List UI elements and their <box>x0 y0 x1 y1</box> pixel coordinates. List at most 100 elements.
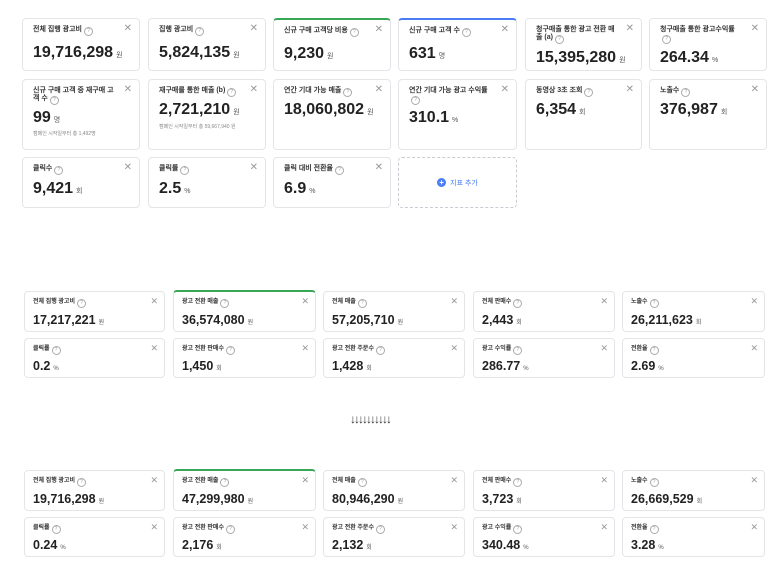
help-icon[interactable]: ? <box>49 96 59 105</box>
help-icon[interactable]: ? <box>76 478 86 487</box>
metric-card[interactable]: 광고 전환 주문수? ✕ 1,428 회 <box>323 338 465 378</box>
metric-card[interactable]: 전환율? ✕ 2.69% <box>622 338 765 378</box>
help-icon[interactable]: ? <box>513 346 523 355</box>
metric-card[interactable]: 전환율? ✕ 3.28% <box>622 517 765 557</box>
close-icon[interactable]: ✕ <box>450 343 458 353</box>
help-icon[interactable]: ? <box>334 166 344 175</box>
help-icon[interactable]: ? <box>51 346 61 355</box>
metric-card[interactable]: 전체 판매수? ✕ 2,443 회 <box>473 291 615 332</box>
metric-card[interactable]: 전체 집행 광고비? ✕ 19,716,298 원 <box>22 18 140 71</box>
close-icon[interactable]: ✕ <box>600 296 608 306</box>
metric-card[interactable]: 광고 전환 판매수? ✕ 1,450 회 <box>173 338 316 378</box>
help-icon[interactable]: ? <box>461 28 471 37</box>
close-icon[interactable]: ✕ <box>250 163 258 173</box>
metric-card[interactable]: 청구매출 통한 광고수익률? ✕ 264.34% <box>649 18 767 71</box>
close-icon[interactable]: ✕ <box>750 475 758 485</box>
help-icon[interactable]: ? <box>513 299 523 308</box>
help-icon[interactable]: ? <box>584 88 594 97</box>
metric-card[interactable]: 광고 수익률? ✕ 340.48% <box>473 517 615 557</box>
close-icon[interactable]: ✕ <box>626 85 634 95</box>
metric-card[interactable]: 동영상 3초 조회? ✕ 6,354 회 <box>525 79 642 150</box>
help-icon[interactable]: ? <box>649 478 659 487</box>
close-icon[interactable]: ✕ <box>375 25 383 35</box>
help-icon[interactable]: ? <box>662 35 671 44</box>
close-icon[interactable]: ✕ <box>375 163 383 173</box>
close-icon[interactable]: ✕ <box>124 24 132 34</box>
metric-card[interactable]: 광고 전환 판매수? ✕ 2,176 회 <box>173 517 316 557</box>
help-icon[interactable]: ? <box>513 478 523 487</box>
metric-card[interactable]: 신규 구매 고객 중 재구매 고객 수? ✕ 99 명 캠페인 시작일부터 총 1… <box>22 79 140 150</box>
close-icon[interactable]: ✕ <box>450 475 458 485</box>
help-icon[interactable]: ? <box>681 88 691 97</box>
help-icon[interactable]: ? <box>357 299 367 308</box>
metric-card[interactable]: 전체 매출? ✕ 57,205,710 원 <box>323 291 465 332</box>
metric-card[interactable]: 클릭 대비 전환율? ✕ 6.9% <box>273 157 391 208</box>
help-icon[interactable]: ? <box>220 299 230 308</box>
close-icon[interactable]: ✕ <box>150 343 158 353</box>
metric-card[interactable]: 청구매출 통한 광고 전환 매출 (a)? ✕ 15,395,280 원 <box>525 18 642 71</box>
close-icon[interactable]: ✕ <box>375 85 383 95</box>
help-icon[interactable]: ? <box>225 346 235 355</box>
metric-card[interactable]: 광고 전환 주문수? ✕ 2,132 회 <box>323 517 465 557</box>
metric-card[interactable]: 노출수? ✕ 26,669,529 회 <box>622 470 765 511</box>
close-icon[interactable]: ✕ <box>750 343 758 353</box>
close-icon[interactable]: ✕ <box>750 296 758 306</box>
help-icon[interactable]: ? <box>51 525 61 534</box>
close-icon[interactable]: ✕ <box>150 296 158 306</box>
close-icon[interactable]: ✕ <box>501 85 509 95</box>
metric-card[interactable]: 전체 집행 광고비? ✕ 17,217,221 원 <box>24 291 165 332</box>
help-icon[interactable]: ? <box>649 346 659 355</box>
metric-card[interactable]: 클릭수? ✕ 9,421 회 <box>22 157 140 208</box>
metric-card[interactable]: 클릭률? ✕ 0.2% <box>24 338 165 378</box>
close-icon[interactable]: ✕ <box>150 475 158 485</box>
help-icon[interactable]: ? <box>349 28 359 37</box>
help-icon[interactable]: ? <box>649 299 659 308</box>
help-icon[interactable]: ? <box>227 88 237 97</box>
close-icon[interactable]: ✕ <box>150 522 158 532</box>
help-icon[interactable]: ? <box>375 525 385 534</box>
metric-card[interactable]: 광고 수익률? ✕ 286.77% <box>473 338 615 378</box>
close-icon[interactable]: ✕ <box>600 343 608 353</box>
help-icon[interactable]: ? <box>411 96 420 105</box>
close-icon[interactable]: ✕ <box>751 24 759 34</box>
help-icon[interactable]: ? <box>83 27 93 36</box>
metric-card[interactable]: 노출수? ✕ 376,987 회 <box>649 79 767 150</box>
add-metric-button[interactable]: + 지표 추가 <box>398 157 517 208</box>
close-icon[interactable]: ✕ <box>250 24 258 34</box>
metric-card[interactable]: 전체 판매수? ✕ 3,723 회 <box>473 470 615 511</box>
help-icon[interactable]: ? <box>513 525 523 534</box>
metric-card[interactable]: 노출수? ✕ 26,211,623 회 <box>622 291 765 332</box>
metric-card[interactable]: 전체 집행 광고비? ✕ 19,716,298 원 <box>24 470 165 511</box>
close-icon[interactable]: ✕ <box>751 85 759 95</box>
close-icon[interactable]: ✕ <box>301 522 309 532</box>
help-icon[interactable]: ? <box>357 478 367 487</box>
close-icon[interactable]: ✕ <box>124 85 132 95</box>
help-icon[interactable]: ? <box>225 525 235 534</box>
close-icon[interactable]: ✕ <box>301 343 309 353</box>
close-icon[interactable]: ✕ <box>626 24 634 34</box>
close-icon[interactable]: ✕ <box>450 296 458 306</box>
close-icon[interactable]: ✕ <box>750 522 758 532</box>
help-icon[interactable]: ? <box>180 166 190 175</box>
close-icon[interactable]: ✕ <box>600 475 608 485</box>
metric-card[interactable]: 연간 기대 가능 매출? ✕ 18,060,802 원 <box>273 79 391 150</box>
help-icon[interactable]: ? <box>554 35 564 44</box>
help-icon[interactable]: ? <box>195 27 205 36</box>
metric-card[interactable]: 광고 전환 매출? ✕ 47,299,980 원 <box>173 469 316 511</box>
help-icon[interactable]: ? <box>649 525 659 534</box>
close-icon[interactable]: ✕ <box>301 475 309 485</box>
metric-card[interactable]: 전체 매출? ✕ 80,946,290 원 <box>323 470 465 511</box>
help-icon[interactable]: ? <box>220 478 230 487</box>
help-icon[interactable]: ? <box>343 88 353 97</box>
metric-card[interactable]: 재구매를 통한 매출 (b)? ✕ 2,721,210 원 캠페인 시작일부터 총… <box>148 79 266 150</box>
help-icon[interactable]: ? <box>375 346 385 355</box>
metric-card[interactable]: 신규 구매 고객당 비용? ✕ 9,230 원 <box>273 18 391 71</box>
help-icon[interactable]: ? <box>54 166 64 175</box>
metric-card[interactable]: 신규 구매 고객 수? ✕ 631 명 <box>398 18 517 71</box>
close-icon[interactable]: ✕ <box>124 163 132 173</box>
metric-card[interactable]: 클릭률? ✕ 2.5% <box>148 157 266 208</box>
close-icon[interactable]: ✕ <box>501 25 509 35</box>
help-icon[interactable]: ? <box>76 299 86 308</box>
metric-card[interactable]: 클릭률? ✕ 0.24% <box>24 517 165 557</box>
metric-card[interactable]: 연간 기대 가능 광고 수익률? ✕ 310.1% <box>398 79 517 150</box>
